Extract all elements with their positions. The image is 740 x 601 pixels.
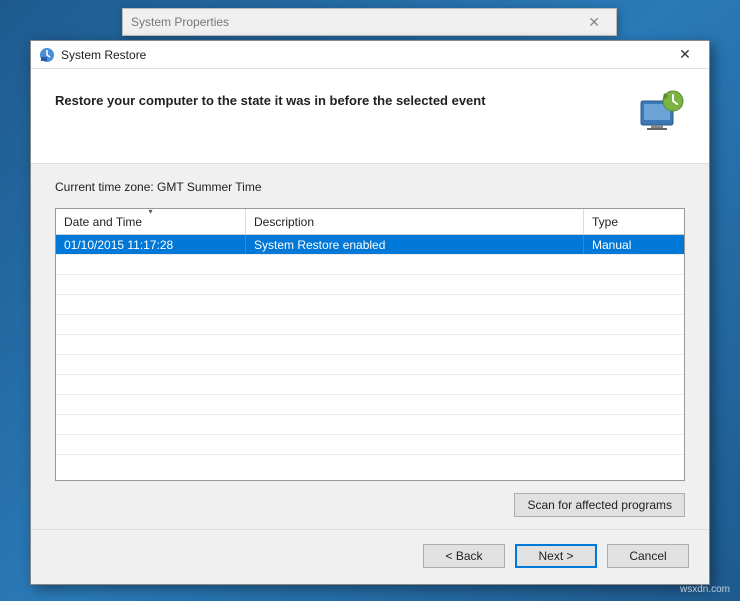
empty-row — [56, 295, 684, 315]
restore-points-table: ▾ Date and Time Description Type 01/10/2… — [55, 208, 685, 481]
content-area: Current time zone: GMT Summer Time ▾ Dat… — [31, 164, 709, 529]
sort-indicator-icon: ▾ — [148, 208, 152, 216]
header-area: Restore your computer to the state it wa… — [31, 69, 709, 164]
timezone-label: Current time zone: GMT Summer Time — [55, 180, 685, 194]
cell-type: Manual — [584, 235, 684, 254]
scan-row: Scan for affected programs — [55, 481, 685, 521]
empty-row — [56, 395, 684, 415]
dialog-title: System Restore — [61, 48, 667, 62]
background-window-title: System Properties — [131, 15, 580, 29]
table-body: 01/10/2015 11:17:28 System Restore enabl… — [56, 235, 684, 480]
empty-row — [56, 315, 684, 335]
empty-row — [56, 415, 684, 435]
footer: < Back Next > Cancel — [31, 529, 709, 584]
empty-row — [56, 375, 684, 395]
empty-row — [56, 275, 684, 295]
system-restore-dialog: System Restore ✕ Restore your computer t… — [30, 40, 710, 585]
watermark: wsxdn.com — [680, 584, 730, 595]
background-window-titlebar: System Properties ✕ — [122, 8, 617, 36]
system-restore-icon — [39, 47, 55, 63]
column-label: Type — [592, 215, 618, 229]
column-label: Description — [254, 215, 314, 229]
cancel-button[interactable]: Cancel — [607, 544, 689, 568]
next-button[interactable]: Next > — [515, 544, 597, 568]
empty-row — [56, 335, 684, 355]
empty-row — [56, 355, 684, 375]
column-header-type[interactable]: Type — [584, 209, 684, 234]
back-button[interactable]: < Back — [423, 544, 505, 568]
column-header-datetime[interactable]: ▾ Date and Time — [56, 209, 246, 234]
empty-row — [56, 435, 684, 455]
table-header: ▾ Date and Time Description Type — [56, 209, 684, 235]
header-text: Restore your computer to the state it wa… — [55, 89, 625, 108]
close-button[interactable]: ✕ — [667, 44, 703, 66]
restore-monitor-icon — [637, 89, 685, 137]
column-label: Date and Time — [64, 215, 142, 229]
empty-row — [56, 255, 684, 275]
scan-affected-button[interactable]: Scan for affected programs — [514, 493, 685, 517]
cell-description: System Restore enabled — [246, 235, 584, 254]
close-icon: ✕ — [679, 46, 691, 63]
background-close-icon[interactable]: ✕ — [580, 14, 608, 31]
titlebar: System Restore ✕ — [31, 41, 709, 69]
cell-datetime: 01/10/2015 11:17:28 — [56, 235, 246, 254]
table-row[interactable]: 01/10/2015 11:17:28 System Restore enabl… — [56, 235, 684, 255]
column-header-description[interactable]: Description — [246, 209, 584, 234]
